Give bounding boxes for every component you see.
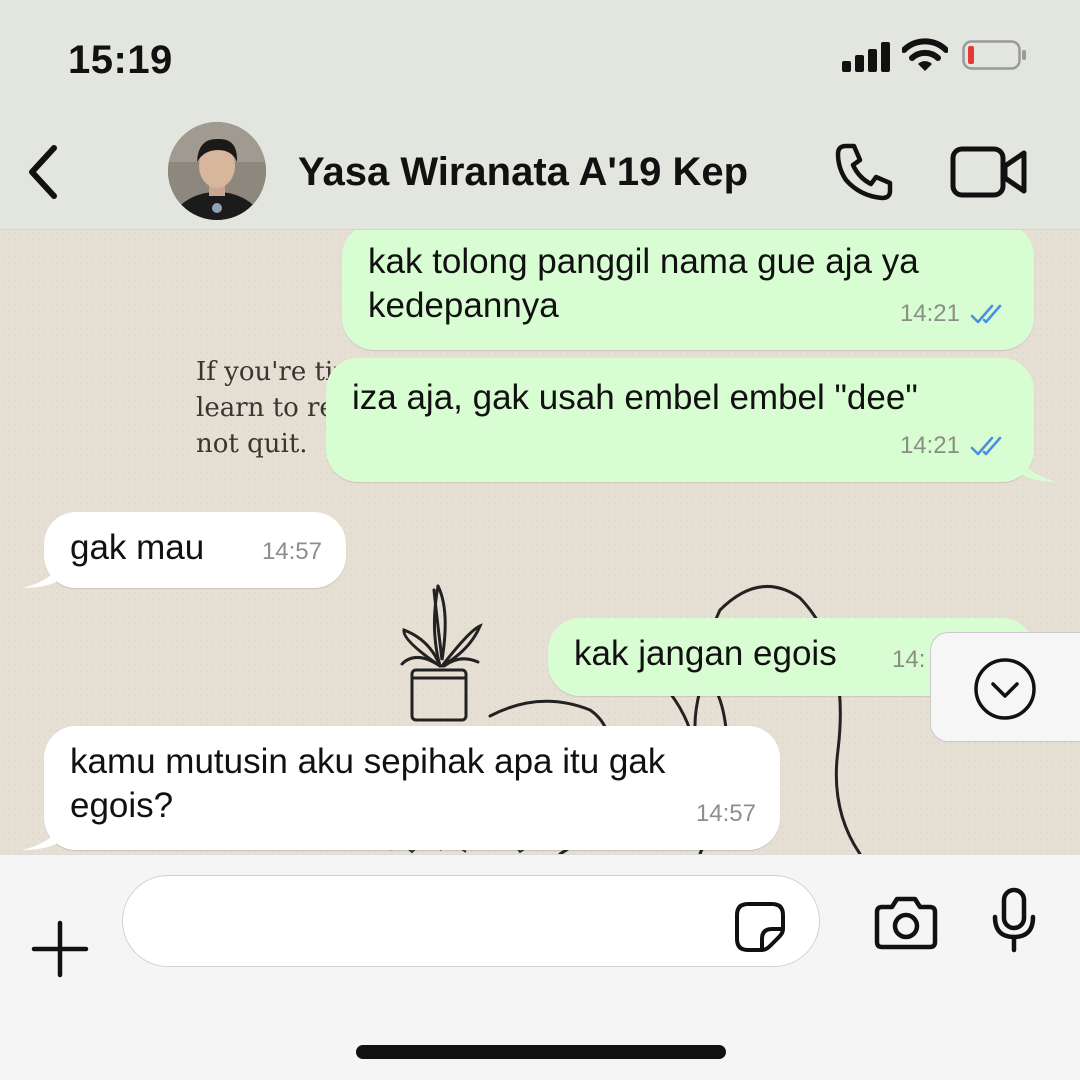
composer-bar <box>0 854 1080 1080</box>
message-meta: 14:21 <box>900 424 1010 468</box>
back-icon[interactable] <box>22 142 66 202</box>
message-bubble-incoming[interactable]: kamu mutusin aku sepihak apa itu gak ego… <box>22 726 780 850</box>
cellular-signal-icon <box>842 42 890 72</box>
scroll-to-bottom-button[interactable] <box>930 632 1080 742</box>
bubble-tail <box>22 820 62 850</box>
message-time: 14:57 <box>261 538 322 565</box>
message-meta: 14:21 <box>900 292 1010 336</box>
chevron-down-icon <box>974 658 1036 720</box>
message-meta: 14: <box>892 638 925 682</box>
phone-icon[interactable] <box>832 140 896 204</box>
message-time: 14: <box>892 646 926 673</box>
sticker-icon[interactable] <box>734 901 786 953</box>
bubble-tail <box>1018 452 1058 482</box>
microphone-icon[interactable] <box>990 887 1038 953</box>
home-indicator <box>356 1045 726 1059</box>
message-time: 14:21 <box>899 432 960 459</box>
message-text: egois? <box>70 786 174 825</box>
plus-icon[interactable] <box>30 919 90 979</box>
status-time: 15:19 <box>68 38 173 82</box>
battery-low-icon <box>962 40 1026 70</box>
wifi-icon <box>902 38 948 71</box>
message-time: 14:57 <box>695 800 756 827</box>
camera-icon[interactable] <box>874 895 938 951</box>
contact-name[interactable]: Yasa Wiranata A'19 Kep <box>298 150 748 195</box>
chat-header: 15:19 Yasa Wiranata A'19 Kep <box>0 0 1080 230</box>
chat-area[interactable]: If you're tir learn to res not quit. kak… <box>0 230 1080 854</box>
message-bubble-outgoing[interactable]: iza aja, gak usah embel embel "dee" 14:2… <box>326 358 1058 482</box>
message-bubble-incoming[interactable]: gak mau 14:57 <box>22 512 346 588</box>
message-text: kamu mutusin aku sepihak apa itu gak <box>70 742 666 781</box>
video-camera-icon[interactable] <box>950 144 1028 200</box>
message-input[interactable] <box>122 875 820 967</box>
message-text: iza aja, gak usah embel embel "dee" <box>352 378 918 417</box>
message-meta: 14:57 <box>696 792 756 836</box>
bubble-tail <box>22 558 62 588</box>
message-meta: 14:57 <box>262 530 322 574</box>
read-ticks-icon <box>970 304 1002 324</box>
contact-avatar[interactable] <box>168 122 266 220</box>
read-ticks-icon <box>970 436 1002 456</box>
message-time: 14:21 <box>899 300 960 327</box>
message-text: kak tolong panggil nama gue aja ya <box>368 242 919 281</box>
message-bubble-outgoing[interactable]: kak tolong panggil nama gue aja ya kedep… <box>342 230 1034 350</box>
